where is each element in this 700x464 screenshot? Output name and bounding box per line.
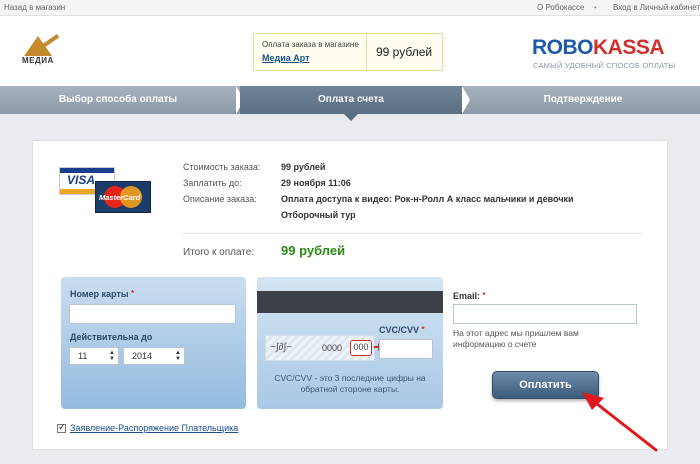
divider [183,233,643,234]
brand-part2: KASSA [593,36,665,59]
step-pay-invoice: Оплата счета [240,86,462,114]
red-pointer-arrow-icon [582,392,658,452]
visa-text: VISA [67,173,96,187]
step-choose-method[interactable]: Выбор способа оплаты [0,86,236,114]
header: МЕДИА Оплата заказа в магазине Медиа Арт… [0,16,700,86]
order-desc-value-2: Отборочный тур [281,210,356,220]
personal-cabinet-link[interactable]: Вход в Личный кабинет [613,3,700,12]
expiry-year-select[interactable]: 2014 ▲ ▼ [123,347,185,365]
order-price: 99 рублей [376,45,433,59]
card-front-form: Номер карты * Действительна до 11 ▲ ▼ 201… [61,277,246,409]
card-number-label: Номер карты * [70,289,135,299]
order-cost-value: 99 рублей [281,162,326,172]
pay-until-value: 29 ноября 11:06 [281,178,351,188]
signature-strip: ~∫∂∫~ 0000 000 [265,335,375,361]
order-label: Оплата заказа в магазине [262,40,359,49]
about-robokassa-link[interactable]: О Робокассе [537,3,584,12]
total-value: 99 рублей [281,243,346,258]
order-cost-key: Стоимость заказа: [183,162,261,172]
expiry-month-select[interactable]: 11 ▲ ▼ [69,347,119,365]
signature-icon: ~∫∂∫~ [270,342,293,353]
active-step-pointer-icon [344,114,358,121]
top-bar: Назад в магазин О Робокассе • Вход в Лич… [0,0,700,16]
valid-until-label: Действительна до [70,332,153,342]
card-sample-number: 0000 [322,343,343,353]
agreement-checkbox[interactable] [57,422,66,433]
order-desc-value: Оплата доступа к видео: Рок-н-Ролл А кла… [281,194,574,204]
steps-bar: Выбор способа оплаты Оплата счета Подтве… [0,86,700,114]
card-sample-cvv: 000 [350,340,372,356]
order-summary-box: Оплата заказа в магазине Медиа Арт 99 ру… [253,33,443,71]
back-to-shop-link[interactable]: Назад в магазин [4,3,65,12]
cvv-input[interactable] [379,339,433,359]
email-hint: На этот адрес мы пришлем вам информацию … [453,328,579,349]
merchant-logo-text: МЕДИА [22,56,54,65]
mastercard-text: MasterCard [99,193,141,202]
agreement-link[interactable]: Заявление-Распоряжение Плательщика [70,423,238,433]
shop-name-link[interactable]: Медиа Арт [262,53,310,63]
total-key: Итого к оплате: [183,247,255,258]
card-back-form: CVC/CVV * ~∫∂∫~ 0000 000 CVC/CVV - это 3… [257,277,443,409]
cvv-hint: CVC/CVV - это 3 последние цифры на обрат… [274,373,426,394]
magnetic-stripe [257,291,443,313]
brand-part1: ROBO [532,36,594,59]
stepper-arrows-icon: ▲ ▼ [109,350,115,362]
robokassa-logo: ROBOKASSA [532,36,665,60]
pay-until-key: Заплатить до: [183,178,242,188]
step-confirmation: Подтверждение [543,94,623,105]
mastercard-logo-icon: MasterCard [95,181,151,213]
order-box-divider [366,34,367,70]
merchant-logo: МЕДИА [20,34,70,68]
email-label: Email: * [453,291,486,301]
robokassa-tagline: САМЫЙ УДОБНЫЙ СПОСОБ ОПЛАТЫ [533,61,676,70]
stepper-arrows-icon: ▲ ▼ [175,350,181,362]
email-input[interactable] [453,304,637,324]
order-desc-key: Описание заказа: [183,194,257,204]
card-logos: VISA MasterCard [59,167,153,215]
separator: • [594,3,597,12]
cvv-label: CVC/CVV * [379,325,425,335]
card-number-input[interactable] [69,304,236,324]
